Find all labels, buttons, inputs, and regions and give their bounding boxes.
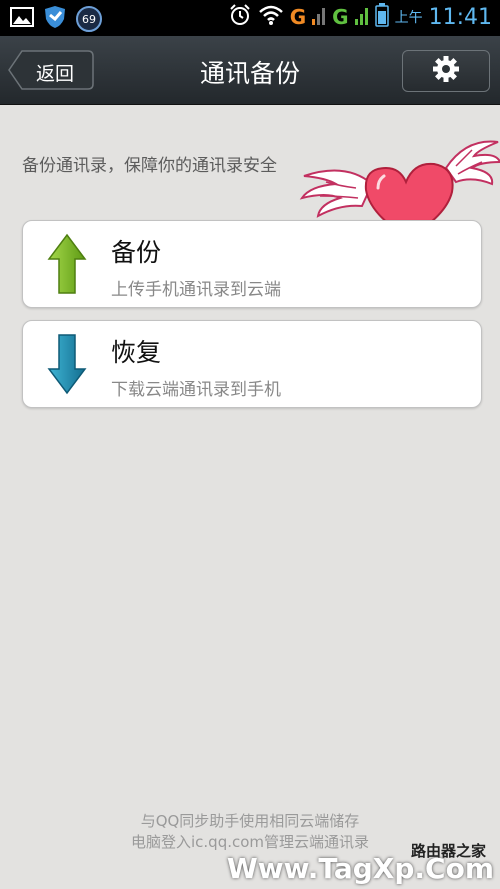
watermark: Www.TagXp.Com [226, 852, 494, 885]
backup-title: 备份 [111, 238, 162, 267]
page-description: 备份通讯录，保障你的通讯录安全 [22, 156, 277, 176]
gallery-icon [10, 7, 34, 31]
status-time: 11:41 [428, 4, 492, 30]
alarm-icon [228, 3, 252, 31]
restore-subtitle: 下载云端通讯录到手机 [111, 380, 281, 400]
footer-line-1: 与QQ同步助手使用相同云端储存 [140, 812, 360, 830]
battery-icon [374, 3, 389, 31]
down-arrow-icon [47, 333, 87, 399]
network-type-2: G [332, 5, 349, 29]
signal-icon [312, 5, 326, 29]
backup-card[interactable]: 备份 上传手机通讯录到云端 [22, 220, 482, 308]
time-ampm: 上午 [394, 10, 423, 26]
network-type-1: G [289, 5, 307, 29]
notification-badge: 69 [76, 6, 102, 32]
wifi-icon [258, 4, 284, 30]
restore-card[interactable]: 恢复 下载云端通讯录到手机 [22, 320, 482, 408]
settings-button[interactable] [402, 50, 490, 92]
gear-icon [432, 55, 460, 87]
backup-subtitle: 上传手机通讯录到云端 [111, 280, 281, 300]
shield-icon [44, 5, 66, 33]
restore-title: 恢复 [111, 338, 162, 367]
up-arrow-icon [47, 233, 87, 299]
title-bar: 返回 通讯备份 [0, 36, 500, 105]
status-bar: 69 G G 上午 11:41 [0, 0, 500, 36]
signal-icon [354, 5, 369, 29]
